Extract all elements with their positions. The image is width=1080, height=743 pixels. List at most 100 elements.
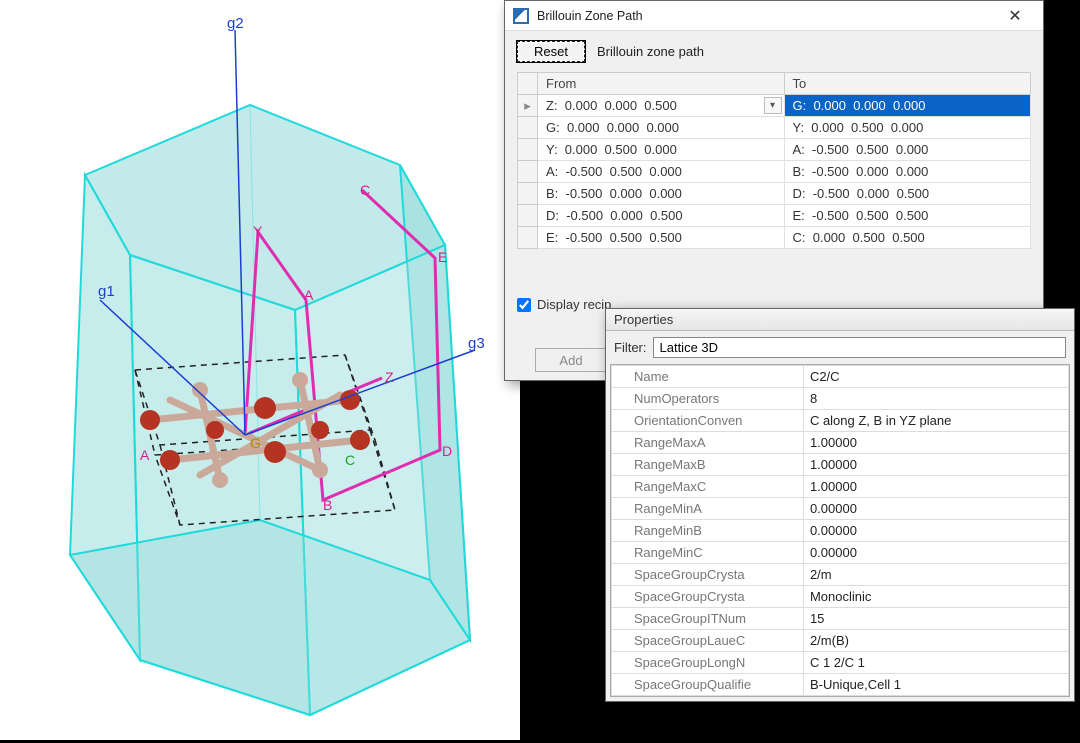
col-from[interactable]: From	[538, 73, 785, 95]
property-value[interactable]: 0.00000	[803, 498, 1068, 520]
to-cell[interactable]: D: -0.500 0.000 0.500	[784, 183, 1031, 205]
bz-3d-viewport[interactable]: g1 g2 g3 G Z Y A B C D E C A	[0, 0, 520, 740]
from-cell[interactable]: G: 0.000 0.000 0.000	[538, 117, 785, 139]
from-cell[interactable]: Y: 0.000 0.500 0.000	[538, 139, 785, 161]
property-value[interactable]: 1.00000	[803, 432, 1068, 454]
bz-path-table[interactable]: From To ▸Z: 0.000 0.000 0.500▾G: 0.000 0…	[517, 72, 1031, 249]
property-row[interactable]: SpaceGroupITNum15	[612, 608, 1069, 630]
property-row[interactable]: RangeMaxB1.00000	[612, 454, 1069, 476]
property-value[interactable]: B-Unique,Cell 1	[803, 674, 1068, 696]
property-name: RangeMinB	[612, 520, 804, 542]
add-button[interactable]: Add	[535, 348, 607, 372]
property-row[interactable]: SpaceGroupQualifieB-Unique,Cell 1	[612, 674, 1069, 696]
from-cell[interactable]: D: -0.500 0.000 0.500	[538, 205, 785, 227]
to-cell[interactable]: A: -0.500 0.500 0.000	[784, 139, 1031, 161]
table-row[interactable]: B: -0.500 0.000 0.000D: -0.500 0.000 0.5…	[518, 183, 1031, 205]
svg-text:A: A	[140, 447, 150, 463]
property-row[interactable]: RangeMaxA1.00000	[612, 432, 1069, 454]
property-value[interactable]: 0.00000	[803, 542, 1068, 564]
row-indicator	[518, 183, 538, 205]
property-value[interactable]: 15	[803, 608, 1068, 630]
property-row[interactable]: RangeMaxC1.00000	[612, 476, 1069, 498]
property-name: RangeMinA	[612, 498, 804, 520]
property-row[interactable]: NumOperators8	[612, 388, 1069, 410]
to-cell[interactable]: B: -0.500 0.000 0.000	[784, 161, 1031, 183]
property-name: SpaceGroupQualifie	[612, 674, 804, 696]
property-value[interactable]: C 1 2/C 1	[803, 652, 1068, 674]
property-name: RangeMaxB	[612, 454, 804, 476]
table-row[interactable]: G: 0.000 0.000 0.000Y: 0.000 0.500 0.000	[518, 117, 1031, 139]
row-indicator	[518, 161, 538, 183]
filter-input[interactable]	[653, 337, 1067, 358]
table-row[interactable]: ▸Z: 0.000 0.000 0.500▾G: 0.000 0.000 0.0…	[518, 95, 1031, 117]
properties-panel: Properties Filter: NameC2/CNumOperators8…	[605, 308, 1075, 702]
to-cell[interactable]: E: -0.500 0.500 0.500	[784, 205, 1031, 227]
reset-button[interactable]: Reset	[517, 41, 585, 62]
table-row[interactable]: E: -0.500 0.500 0.500C: 0.000 0.500 0.50…	[518, 227, 1031, 249]
property-name: SpaceGroupITNum	[612, 608, 804, 630]
svg-text:Y: Y	[253, 223, 263, 239]
axis-label-g3: g3	[468, 335, 485, 352]
svg-text:C: C	[360, 182, 370, 198]
to-cell[interactable]: C: 0.000 0.500 0.500	[784, 227, 1031, 249]
property-row[interactable]: RangeMinA0.00000	[612, 498, 1069, 520]
dropdown-caret-icon[interactable]: ▾	[764, 97, 782, 114]
close-button[interactable]: ✕	[995, 1, 1035, 30]
to-cell[interactable]: Y: 0.000 0.500 0.000	[784, 117, 1031, 139]
property-row[interactable]: RangeMinC0.00000	[612, 542, 1069, 564]
property-value[interactable]: 0.00000	[803, 520, 1068, 542]
section-label: Brillouin zone path	[597, 44, 704, 59]
from-cell[interactable]: E: -0.500 0.500 0.500	[538, 227, 785, 249]
from-cell[interactable]: A: -0.500 0.500 0.000	[538, 161, 785, 183]
axis-label-g2: g2	[227, 15, 244, 32]
display-recip-label: Display recip	[537, 297, 611, 312]
property-value[interactable]: 1.00000	[803, 476, 1068, 498]
property-name: OrientationConven	[612, 410, 804, 432]
svg-text:C: C	[345, 452, 355, 468]
table-row[interactable]: D: -0.500 0.000 0.500E: -0.500 0.500 0.5…	[518, 205, 1031, 227]
property-value[interactable]: C along Z, B in YZ plane	[803, 410, 1068, 432]
from-cell[interactable]: B: -0.500 0.000 0.000	[538, 183, 785, 205]
dialog-titlebar[interactable]: Brillouin Zone Path ✕	[505, 1, 1043, 31]
property-name: SpaceGroupCrysta	[612, 564, 804, 586]
property-value[interactable]: 8	[803, 388, 1068, 410]
property-value[interactable]: Monoclinic	[803, 586, 1068, 608]
property-row[interactable]: OrientationConvenC along Z, B in YZ plan…	[612, 410, 1069, 432]
property-name: RangeMaxC	[612, 476, 804, 498]
property-value[interactable]: 2/m	[803, 564, 1068, 586]
filter-label: Filter:	[614, 340, 647, 355]
property-row[interactable]: NameC2/C	[612, 366, 1069, 388]
properties-title[interactable]: Properties	[606, 309, 1074, 331]
property-value[interactable]: 2/m(B)	[803, 630, 1068, 652]
row-indicator	[518, 117, 538, 139]
property-name: NumOperators	[612, 388, 804, 410]
display-recip-checkbox[interactable]	[517, 298, 531, 312]
property-row[interactable]: SpaceGroupCrysta2/m	[612, 564, 1069, 586]
from-cell[interactable]: Z: 0.000 0.000 0.500▾	[538, 95, 785, 117]
table-row[interactable]: A: -0.500 0.500 0.000B: -0.500 0.000 0.0…	[518, 161, 1031, 183]
row-indicator: ▸	[518, 95, 538, 117]
property-row[interactable]: SpaceGroupCrystaMonoclinic	[612, 586, 1069, 608]
property-row[interactable]: SpaceGroupLaueC2/m(B)	[612, 630, 1069, 652]
svg-text:D: D	[442, 443, 452, 459]
property-name: SpaceGroupCrysta	[612, 586, 804, 608]
property-value[interactable]: 1.00000	[803, 454, 1068, 476]
row-indicator	[518, 227, 538, 249]
table-row[interactable]: Y: 0.000 0.500 0.000A: -0.500 0.500 0.00…	[518, 139, 1031, 161]
property-name: RangeMinC	[612, 542, 804, 564]
properties-grid[interactable]: NameC2/CNumOperators8OrientationConvenC …	[610, 364, 1070, 697]
svg-text:Z: Z	[385, 369, 394, 385]
svg-text:A: A	[304, 287, 314, 303]
property-value[interactable]: C2/C	[803, 366, 1068, 388]
col-to[interactable]: To	[784, 73, 1031, 95]
property-name: Name	[612, 366, 804, 388]
row-indicator	[518, 139, 538, 161]
svg-text:G: G	[250, 435, 261, 451]
svg-text:E: E	[438, 249, 447, 265]
to-cell[interactable]: G: 0.000 0.000 0.000	[784, 95, 1031, 117]
property-name: SpaceGroupLongN	[612, 652, 804, 674]
property-name: RangeMaxA	[612, 432, 804, 454]
property-row[interactable]: SpaceGroupLongNC 1 2/C 1	[612, 652, 1069, 674]
row-head-blank	[518, 73, 538, 95]
property-row[interactable]: RangeMinB0.00000	[612, 520, 1069, 542]
